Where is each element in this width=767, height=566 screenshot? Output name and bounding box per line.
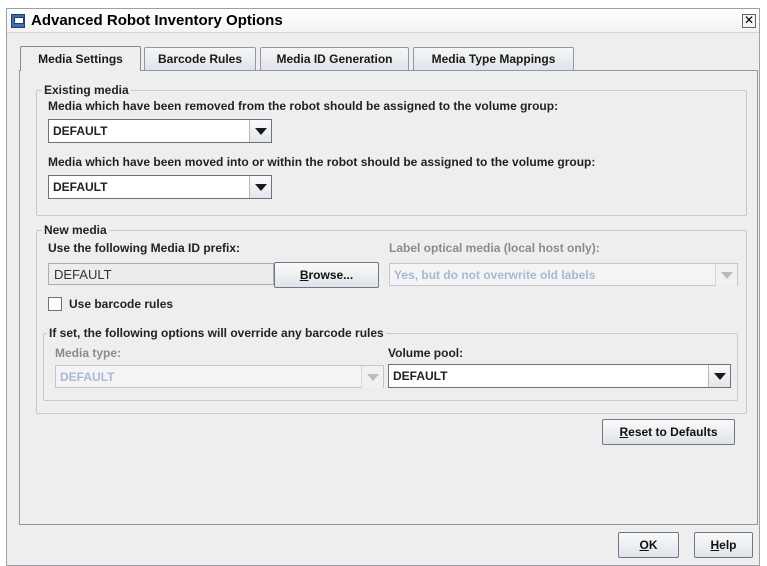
window-title: Advanced Robot Inventory Options xyxy=(31,12,283,29)
close-icon[interactable]: ✕ xyxy=(742,14,756,28)
removed-volume-group-select[interactable]: DEFAULT xyxy=(48,119,272,143)
removed-media-label: Media which have been removed from the r… xyxy=(48,99,559,113)
reset-button-mnemonic: R xyxy=(619,425,629,439)
new-media-title: New media xyxy=(42,223,109,237)
volume-pool-value: DEFAULT xyxy=(393,369,448,383)
media-type-label: Media type: xyxy=(55,346,122,360)
optical-media-select: Yes, but do not overwrite old labels xyxy=(389,263,738,286)
media-id-prefix-field[interactable]: DEFAULT xyxy=(48,263,274,285)
use-barcode-rules-label[interactable]: Use barcode rules xyxy=(69,297,173,311)
tab-media-id-generation[interactable]: Media ID Generation xyxy=(260,47,409,71)
browse-button[interactable]: Browse... xyxy=(274,262,379,288)
media-settings-panel: Existing media Media which have been rem… xyxy=(19,70,758,525)
app-window-icon xyxy=(11,14,25,28)
media-type-select: DEFAULT xyxy=(55,365,384,388)
reset-to-defaults-button[interactable]: Reset to Defaults xyxy=(602,419,735,445)
title-bar[interactable]: Advanced Robot Inventory Options ✕ xyxy=(7,9,759,33)
volume-pool-label: Volume pool: xyxy=(388,346,464,360)
tab-media-settings[interactable]: Media Settings xyxy=(20,46,141,71)
override-title: If set, the following options will overr… xyxy=(47,326,386,340)
moved-volume-group-value: DEFAULT xyxy=(53,180,108,194)
override-group: If set, the following options will overr… xyxy=(43,326,738,401)
tab-media-type-mappings[interactable]: Media Type Mappings xyxy=(413,47,574,71)
moved-media-label: Media which have been moved into or with… xyxy=(48,155,596,169)
chevron-down-icon xyxy=(715,264,737,286)
optical-media-label: Label optical media (local host only): xyxy=(389,241,600,255)
chevron-down-icon xyxy=(361,366,383,388)
chevron-down-icon xyxy=(249,120,271,142)
reset-button-label: eset to Defaults xyxy=(628,425,718,439)
tab-barcode-rules[interactable]: Barcode Rules xyxy=(144,47,256,71)
help-button[interactable]: Help xyxy=(694,532,753,558)
help-button-mnemonic: H xyxy=(710,538,720,552)
chevron-down-icon xyxy=(249,176,271,198)
new-media-group: New media Use the following Media ID pre… xyxy=(36,223,747,414)
removed-volume-group-value: DEFAULT xyxy=(53,124,108,138)
existing-media-title: Existing media xyxy=(42,83,131,97)
advanced-robot-inventory-dialog: Advanced Robot Inventory Options ✕ Media… xyxy=(6,8,760,566)
use-barcode-rules-checkbox[interactable] xyxy=(48,297,62,311)
ok-button-mnemonic: O xyxy=(639,538,649,552)
media-id-prefix-label: Use the following Media ID prefix: xyxy=(48,241,241,255)
help-button-label: elp xyxy=(719,538,737,552)
ok-button[interactable]: OK xyxy=(618,532,679,558)
chevron-down-icon xyxy=(708,365,730,387)
optical-media-value: Yes, but do not overwrite old labels xyxy=(394,268,596,282)
ok-button-label: K xyxy=(648,538,658,552)
volume-pool-select[interactable]: DEFAULT xyxy=(388,364,731,388)
browse-button-label: rowse... xyxy=(308,268,354,282)
media-type-value: DEFAULT xyxy=(60,370,115,384)
existing-media-group: Existing media Media which have been rem… xyxy=(36,83,747,216)
moved-volume-group-select[interactable]: DEFAULT xyxy=(48,175,272,199)
